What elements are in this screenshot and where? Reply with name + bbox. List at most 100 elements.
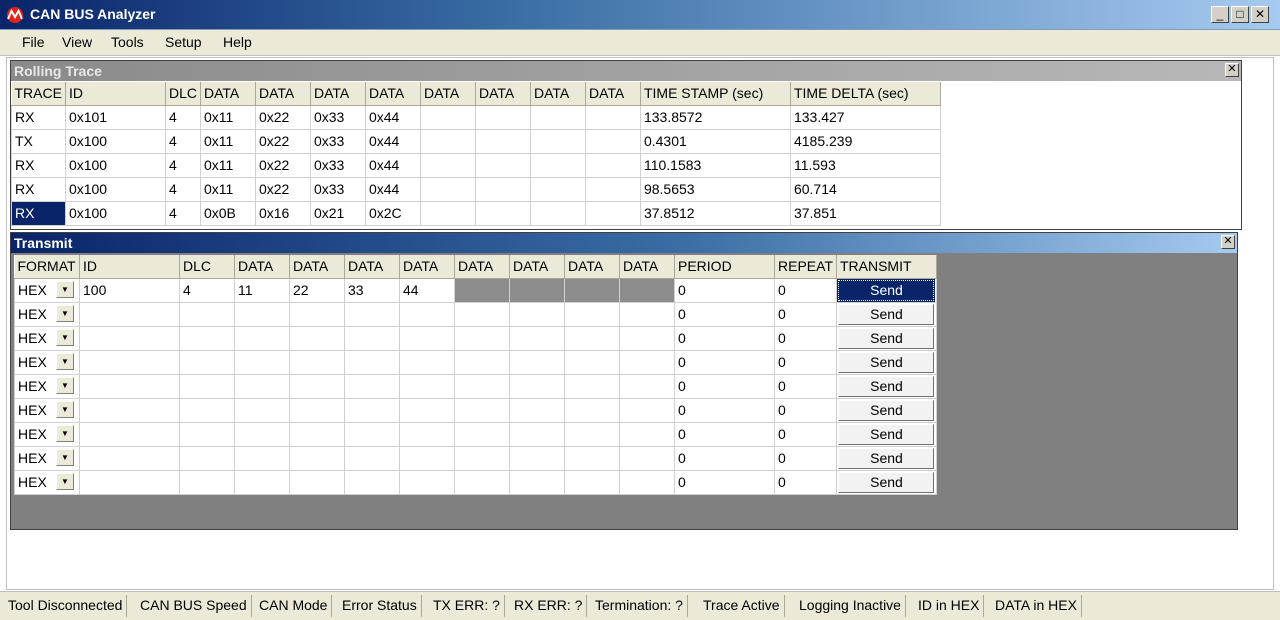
- format-combo[interactable]: HEX ▼: [18, 399, 76, 421]
- trace-col-header-data-7[interactable]: DATA: [530, 82, 586, 106]
- transmit-id-field[interactable]: [79, 373, 180, 399]
- trace-cell-data-4[interactable]: 0x44: [364, 176, 421, 202]
- transmit-data-field-8[interactable]: [619, 445, 675, 471]
- maximize-button[interactable]: □: [1231, 6, 1249, 23]
- trace-table-row[interactable]: RX 0x100 4 0x11 0x22 0x33 0x44 98.5653 60.714: [11, 176, 941, 202]
- transmit-data-field-4[interactable]: [399, 349, 455, 375]
- transmit-col-header-dlc[interactable]: DLC: [179, 255, 235, 279]
- send-button[interactable]: Send: [838, 471, 935, 493]
- transmit-data-field-5[interactable]: [454, 373, 510, 399]
- transmit-data-field-6[interactable]: [509, 349, 565, 375]
- transmit-data-field-4[interactable]: [399, 325, 455, 351]
- transmit-col-header-data-3[interactable]: DATA: [344, 255, 400, 279]
- transmit-data-field-5[interactable]: [454, 325, 510, 351]
- trace-cell-data-8[interactable]: [584, 104, 641, 130]
- transmit-data-field-8[interactable]: [619, 469, 675, 495]
- trace-cell-data-1[interactable]: 0x11: [199, 152, 256, 178]
- trace-cell-data-2[interactable]: 0x22: [254, 128, 311, 154]
- trace-cell-data-3[interactable]: 0x21: [309, 200, 366, 226]
- transmit-data-field-2[interactable]: [289, 421, 345, 447]
- trace-cell-data-1[interactable]: 0x11: [199, 128, 256, 154]
- chevron-down-icon[interactable]: ▼: [56, 353, 74, 370]
- trace-cell-data-5[interactable]: [419, 176, 476, 202]
- transmit-data-field-7[interactable]: [564, 325, 620, 351]
- transmit-data-field-1[interactable]: [234, 301, 290, 327]
- chevron-down-icon[interactable]: ▼: [56, 473, 74, 490]
- transmit-data-field-7[interactable]: [564, 349, 620, 375]
- transmit-data-field-3[interactable]: [344, 397, 400, 423]
- trace-cell-data-7[interactable]: [529, 128, 586, 154]
- trace-cell-data-2[interactable]: 0x22: [254, 176, 311, 202]
- send-button[interactable]: Send: [838, 399, 935, 421]
- transmit-data-field-1[interactable]: [234, 445, 290, 471]
- chevron-down-icon[interactable]: ▼: [56, 281, 74, 298]
- transmit-data-field-2[interactable]: [289, 469, 345, 495]
- transmit-col-header-data-4[interactable]: DATA: [399, 255, 455, 279]
- transmit-data-field-8[interactable]: [619, 349, 675, 375]
- trace-cell-time-delta[interactable]: 60.714: [789, 176, 941, 202]
- transmit-repeat-field[interactable]: 0: [774, 469, 837, 495]
- transmit-data-field-6[interactable]: [509, 301, 565, 327]
- transmit-id-field[interactable]: [79, 469, 180, 495]
- menu-setup[interactable]: Setup: [163, 33, 204, 51]
- transmit-col-header-data-7[interactable]: DATA: [564, 255, 620, 279]
- transmit-period-field[interactable]: 0: [674, 421, 775, 447]
- transmit-data-field-4[interactable]: [399, 445, 455, 471]
- menu-file[interactable]: File: [20, 33, 47, 51]
- transmit-format-cell[interactable]: HEX ▼: [14, 325, 80, 351]
- transmit-data-field-7[interactable]: [564, 421, 620, 447]
- transmit-dlc-field[interactable]: [179, 445, 235, 471]
- trace-cell-time-delta[interactable]: 37.851: [789, 200, 941, 226]
- transmit-format-cell[interactable]: HEX ▼: [14, 349, 80, 375]
- rolling-trace-close-button[interactable]: ✕: [1225, 63, 1239, 77]
- transmit-format-cell[interactable]: HEX ▼: [14, 301, 80, 327]
- trace-cell-dlc[interactable]: 4: [164, 152, 201, 178]
- trace-col-header-data-3[interactable]: DATA: [310, 82, 366, 106]
- trace-cell-data-1[interactable]: 0x11: [199, 176, 256, 202]
- transmit-repeat-field[interactable]: 0: [774, 421, 837, 447]
- transmit-period-field[interactable]: 0: [674, 469, 775, 495]
- transmit-period-field[interactable]: 0: [674, 325, 775, 351]
- trace-col-header-id[interactable]: ID: [65, 82, 166, 106]
- trace-cell-trace[interactable]: RX: [11, 152, 66, 178]
- trace-cell-data-5[interactable]: [419, 128, 476, 154]
- transmit-format-cell[interactable]: HEX ▼: [14, 421, 80, 447]
- send-button[interactable]: Send: [838, 447, 935, 469]
- transmit-repeat-field[interactable]: 0: [774, 277, 837, 303]
- transmit-col-header-data-1[interactable]: DATA: [234, 255, 290, 279]
- format-combo[interactable]: HEX ▼: [18, 303, 76, 325]
- chevron-down-icon[interactable]: ▼: [56, 449, 74, 466]
- send-button[interactable]: Send: [838, 375, 935, 397]
- transmit-data-field-3[interactable]: [344, 301, 400, 327]
- transmit-format-cell[interactable]: HEX ▼: [14, 277, 80, 303]
- transmit-data-field-4[interactable]: [399, 397, 455, 423]
- trace-col-header-data-2[interactable]: DATA: [255, 82, 311, 106]
- trace-cell-data-8[interactable]: [584, 176, 641, 202]
- transmit-col-header-data-2[interactable]: DATA: [289, 255, 345, 279]
- send-button[interactable]: Send: [838, 351, 935, 373]
- trace-cell-data-3[interactable]: 0x33: [309, 128, 366, 154]
- transmit-close-button[interactable]: ✕: [1221, 235, 1235, 249]
- trace-cell-data-4[interactable]: 0x44: [364, 152, 421, 178]
- transmit-data-field-6[interactable]: [509, 373, 565, 399]
- transmit-data-field-1[interactable]: [234, 325, 290, 351]
- transmit-period-field[interactable]: 0: [674, 373, 775, 399]
- trace-table-row[interactable]: RX 0x100 4 0x11 0x22 0x33 0x44 110.1583 11.593: [11, 152, 941, 178]
- trace-table-row[interactable]: RX 0x101 4 0x11 0x22 0x33 0x44 133.8572 133.427: [11, 104, 941, 130]
- trace-cell-time-stamp[interactable]: 98.5653: [639, 176, 791, 202]
- send-button[interactable]: Send: [838, 423, 935, 445]
- transmit-format-cell[interactable]: HEX ▼: [14, 397, 80, 423]
- trace-cell-data-3[interactable]: 0x33: [309, 104, 366, 130]
- format-combo[interactable]: HEX ▼: [18, 375, 76, 397]
- trace-cell-data-7[interactable]: [529, 104, 586, 130]
- transmit-col-header-data-6[interactable]: DATA: [509, 255, 565, 279]
- transmit-data-field-2[interactable]: [289, 373, 345, 399]
- trace-cell-time-stamp[interactable]: 37.8512: [639, 200, 791, 226]
- trace-cell-data-4[interactable]: 0x44: [364, 128, 421, 154]
- trace-cell-data-4[interactable]: 0x44: [364, 104, 421, 130]
- trace-cell-data-2[interactable]: 0x16: [254, 200, 311, 226]
- transmit-data-field-8[interactable]: [619, 397, 675, 423]
- trace-cell-id[interactable]: 0x101: [64, 104, 166, 130]
- trace-cell-time-delta[interactable]: 133.427: [789, 104, 941, 130]
- trace-cell-data-8[interactable]: [584, 128, 641, 154]
